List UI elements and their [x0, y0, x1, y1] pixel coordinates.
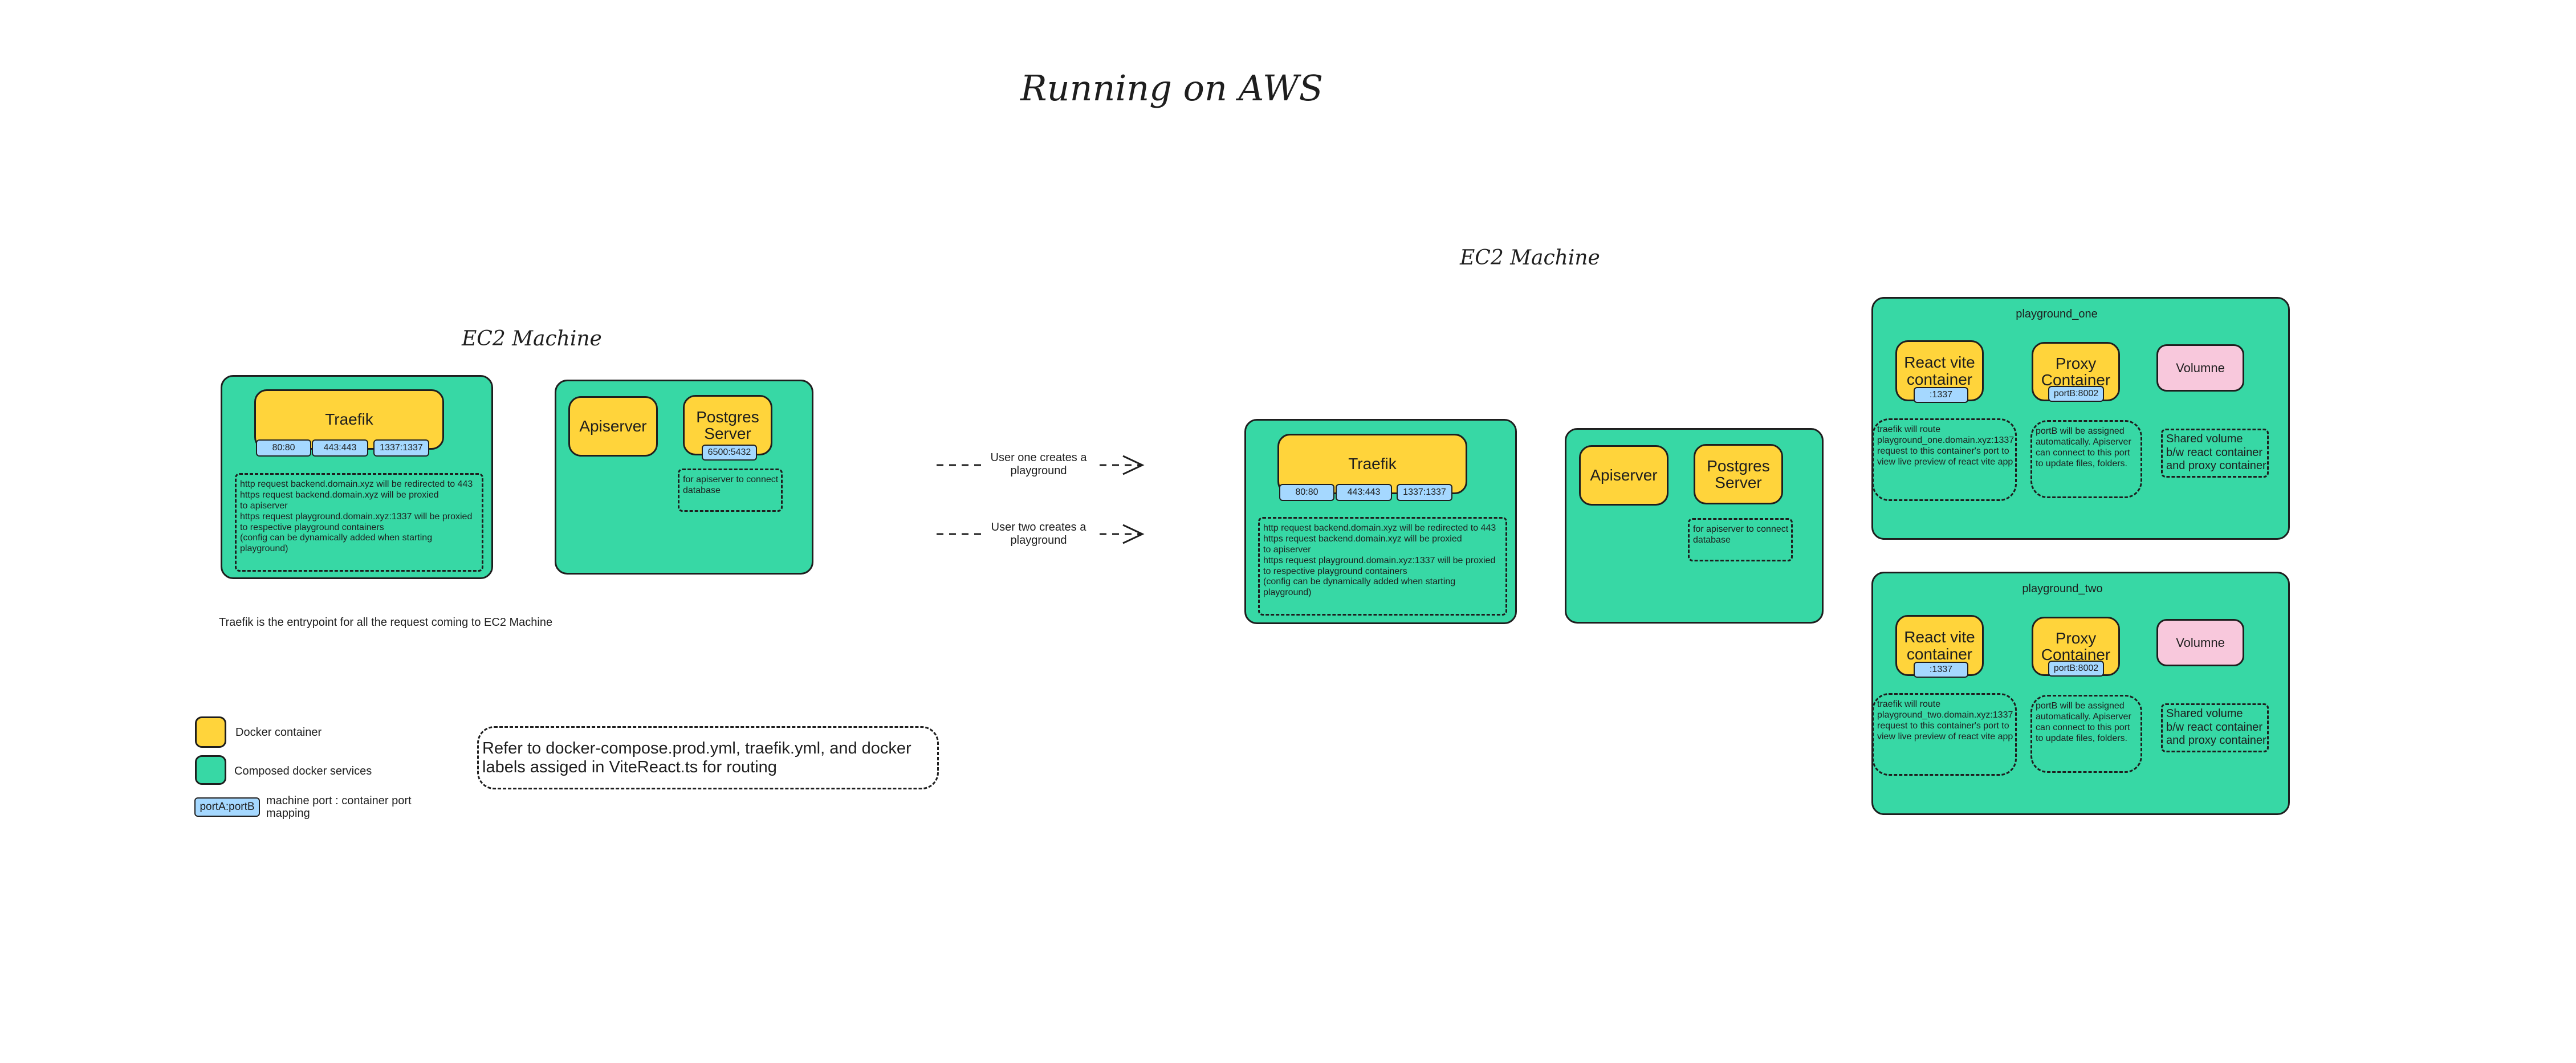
note-line: for apiserver to connect	[1693, 524, 1789, 534]
note-line: view live preview of react vite app	[1877, 457, 2013, 467]
right-apiserver-container: Apiserver	[1579, 445, 1669, 506]
right-postgres-note: for apiserver to connect database	[1688, 518, 1793, 561]
note-line: http request backend.domain.xyz will be …	[1263, 523, 1496, 533]
note-line: Shared volume	[2166, 707, 2243, 720]
legend-composed-swatch	[195, 755, 226, 785]
playground-one-react-note: traefik will route playground_one.domain…	[1872, 418, 2017, 501]
note-line: b/w react container	[2166, 446, 2262, 459]
user-two-label: User two creates a playground	[982, 521, 1096, 547]
playground-one-volume-note: Shared volume b/w react container and pr…	[2161, 429, 2269, 478]
note-line: to update files, folders.	[2036, 733, 2127, 743]
note-line: database	[1693, 535, 1731, 545]
note-line: to apiserver	[1263, 544, 1311, 555]
playground-one-react-port: :1337	[1914, 387, 1968, 403]
playground-two-proxy-port: portB:8002	[2048, 661, 2104, 677]
legend-docker-container-label: Docker container	[235, 726, 322, 739]
right-port-443: 443:443	[1336, 484, 1392, 501]
note-line: can connect to this port	[2036, 722, 2130, 732]
playground-two-volume: Volumne	[2156, 619, 2244, 666]
playground-two-react-port: :1337	[1914, 662, 1968, 678]
legend-port-swatch: portA:portB	[194, 797, 260, 817]
legend-docker-container-swatch	[195, 716, 226, 748]
legend-composed-label: Composed docker services	[234, 765, 372, 777]
diagram-canvas: Running on AWS EC2 Machine Traefik 80:80…	[0, 0, 2576, 1063]
note-line: to update files, folders.	[2036, 458, 2127, 469]
note-line: view live preview of react vite app	[1877, 731, 2013, 742]
note-line: https request backend.domain.xyz will be…	[1263, 533, 1462, 544]
note-line: request to this container's port to	[1877, 446, 2009, 456]
note-line: request to this container's port to	[1877, 720, 2009, 731]
playground-one-proxy-port: portB:8002	[2048, 386, 2104, 402]
note-line: and proxy container	[2166, 459, 2266, 473]
note-line: automatically. Apiserver	[2036, 437, 2131, 447]
note-line: automatically. Apiserver	[2036, 711, 2131, 722]
playground-two-react-note: traefik will route playground_two.domain…	[1872, 693, 2017, 776]
playground-two-proxy-note: portB will be assigned automatically. Ap…	[2030, 695, 2142, 773]
playground-two-title: playground_two	[2022, 583, 2103, 595]
note-line: https request playground.domain.xyz:1337…	[1263, 555, 1496, 565]
right-traefik-note: http request backend.domain.xyz will be …	[1258, 517, 1507, 616]
note-line: traefik will route	[1877, 425, 1941, 434]
note-line: traefik will route	[1877, 699, 1941, 709]
user-one-label: User one creates a playground	[982, 451, 1096, 478]
right-postgres-container: Postgres Server	[1694, 444, 1783, 504]
note-line: to respective playground containers	[1263, 566, 1407, 576]
note-line: (config can be dynamically added when st…	[1263, 577, 1456, 587]
note-line: playground)	[1263, 588, 1312, 598]
playground-one-volume: Volumne	[2156, 344, 2244, 392]
note-line: b/w react container	[2166, 720, 2262, 734]
note-line: Shared volume	[2166, 433, 2243, 445]
note-line: can connect to this port	[2036, 447, 2130, 458]
playground-one-title: playground_one	[2016, 308, 2098, 320]
playground-two-volume-note: Shared volume b/w react container and pr…	[2161, 703, 2269, 752]
note-line: and proxy container	[2166, 734, 2266, 747]
legend-port-label: machine port : container port mapping	[266, 795, 412, 820]
right-port-80: 80:80	[1279, 484, 1334, 501]
note-line: playground_two.domain.xyz:1337	[1877, 710, 2013, 720]
right-ec2-label: EC2 Machine	[1460, 246, 1600, 270]
note-line: portB will be assigned	[2036, 701, 2125, 711]
playground-one-proxy-note: portB will be assigned automatically. Ap…	[2030, 420, 2142, 498]
reference-note: Refer to docker-compose.prod.yml, traefi…	[477, 726, 939, 789]
note-line: portB will be assigned	[2036, 426, 2125, 436]
note-line: playground_one.domain.xyz:1337	[1877, 435, 2015, 445]
right-port-1337: 1337:1337	[1397, 484, 1452, 501]
